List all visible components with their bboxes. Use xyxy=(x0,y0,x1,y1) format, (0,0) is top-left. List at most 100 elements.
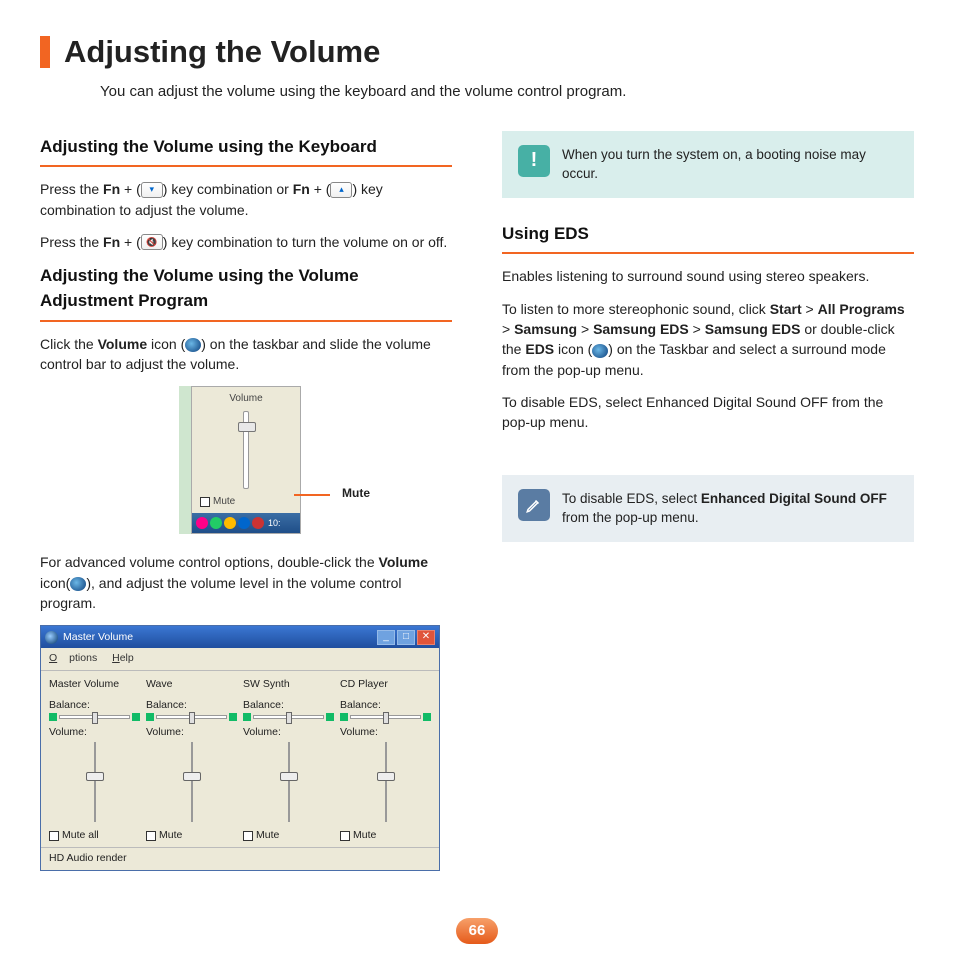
eds-tray-icon xyxy=(592,344,608,358)
rule xyxy=(40,165,452,167)
mute-callout-label: Mute xyxy=(342,485,370,502)
rule xyxy=(40,320,452,322)
balance-thumb[interactable] xyxy=(189,712,195,724)
volume-thumb[interactable] xyxy=(183,772,201,781)
volume-slider[interactable] xyxy=(89,742,101,822)
tray-icon[interactable] xyxy=(252,517,264,529)
balance-thumb[interactable] xyxy=(383,712,389,724)
volume-slider[interactable] xyxy=(283,742,295,822)
volume-tray-icon xyxy=(70,577,86,591)
mute-checkbox-row[interactable]: Mute xyxy=(200,495,292,510)
pencil-icon xyxy=(518,489,550,521)
window-icon xyxy=(45,631,58,644)
volume-channel: CD PlayerBalance:Volume:Mute xyxy=(340,677,431,844)
mute-label: Mute xyxy=(213,495,235,510)
volume-label: Volume: xyxy=(243,725,334,740)
para-program-2: For advanced volume control options, dou… xyxy=(40,552,452,613)
volume-channel: WaveBalance:Volume:Mute xyxy=(146,677,237,844)
right-column: ! When you turn the system on, a booting… xyxy=(502,131,914,871)
rule xyxy=(502,252,914,254)
window-title: Master Volume xyxy=(63,630,133,645)
para-program-1: Click the Volume icon () on the taskbar … xyxy=(40,334,452,375)
menu-options[interactable]: Options xyxy=(49,652,97,664)
mute-checkbox[interactable] xyxy=(243,831,253,841)
note-text: To disable EDS, select Enhanced Digital … xyxy=(562,489,898,528)
volume-tray-icon xyxy=(185,338,201,352)
mute-row[interactable]: Mute all xyxy=(49,828,140,843)
volume-channel: SW SynthBalance:Volume:Mute xyxy=(243,677,334,844)
balance-thumb[interactable] xyxy=(286,712,292,724)
tray-icon[interactable] xyxy=(224,517,236,529)
volume-popup-label: Volume xyxy=(200,392,292,407)
taskbar-clock: 10: xyxy=(268,517,281,530)
mute-key-icon: 🔇 xyxy=(141,234,163,250)
speaker-right-icon xyxy=(423,713,431,721)
volume-label: Volume: xyxy=(49,725,140,740)
mute-label: Mute xyxy=(159,828,182,843)
menu-help[interactable]: Help xyxy=(112,652,134,664)
callout-line xyxy=(294,494,330,496)
speaker-left-icon xyxy=(340,713,348,721)
eds-para-3: To disable EDS, select Enhanced Digital … xyxy=(502,392,914,433)
volume-label: Volume: xyxy=(146,725,237,740)
warning-callout: ! When you turn the system on, a booting… xyxy=(502,131,914,198)
mute-checkbox[interactable] xyxy=(340,831,350,841)
volume-slider-thumb[interactable] xyxy=(238,422,256,432)
speaker-right-icon xyxy=(132,713,140,721)
tray-icon[interactable] xyxy=(210,517,222,529)
vol-down-key-icon: ▾ xyxy=(141,182,163,198)
volume-slider[interactable] xyxy=(380,742,392,822)
mute-checkbox[interactable] xyxy=(49,831,59,841)
minimize-button[interactable]: _ xyxy=(377,630,395,645)
volume-thumb[interactable] xyxy=(86,772,104,781)
balance-label: Balance: xyxy=(49,698,140,713)
page-number: 66 xyxy=(456,918,498,944)
menu-bar: Options Help xyxy=(41,648,439,670)
exclamation-icon: ! xyxy=(518,145,550,177)
para-keyboard-2: Press the Fn + (🔇) key combination to tu… xyxy=(40,232,452,252)
balance-slider[interactable] xyxy=(146,713,237,721)
title-accent-bar xyxy=(40,36,50,68)
channel-name: Master Volume xyxy=(49,677,140,692)
left-column: Adjusting the Volume using the Keyboard … xyxy=(40,131,452,871)
mute-row[interactable]: Mute xyxy=(243,828,334,843)
maximize-button[interactable]: □ xyxy=(397,630,415,645)
close-button[interactable]: ✕ xyxy=(417,630,435,645)
volume-slider[interactable] xyxy=(243,411,249,489)
speaker-left-icon xyxy=(49,713,57,721)
balance-thumb[interactable] xyxy=(92,712,98,724)
balance-label: Balance: xyxy=(243,698,334,713)
window-titlebar: Master Volume _ □ ✕ xyxy=(41,626,439,648)
eds-para-2: To listen to more stereophonic sound, cl… xyxy=(502,299,914,380)
balance-slider[interactable] xyxy=(340,713,431,721)
heading-eds: Using EDS xyxy=(502,222,914,247)
mute-checkbox[interactable] xyxy=(146,831,156,841)
volume-label: Volume: xyxy=(340,725,431,740)
tray-icon[interactable] xyxy=(238,517,250,529)
volume-popup: Volume Mute 10: Mute xyxy=(191,386,301,534)
page-intro: You can adjust the volume using the keyb… xyxy=(100,81,914,103)
volume-slider[interactable] xyxy=(186,742,198,822)
channel-name: CD Player xyxy=(340,677,431,692)
mute-row[interactable]: Mute xyxy=(146,828,237,843)
speaker-left-icon xyxy=(146,713,154,721)
vol-up-key-icon: ▴ xyxy=(330,182,352,198)
note-callout: To disable EDS, select Enhanced Digital … xyxy=(502,475,914,542)
volume-thumb[interactable] xyxy=(280,772,298,781)
balance-slider[interactable] xyxy=(49,713,140,721)
status-bar: HD Audio render xyxy=(41,847,439,869)
page-title: Adjusting the Volume xyxy=(64,30,380,75)
balance-slider[interactable] xyxy=(243,713,334,721)
balance-label: Balance: xyxy=(146,698,237,713)
tray-icon[interactable] xyxy=(196,517,208,529)
mute-label: Mute xyxy=(256,828,279,843)
speaker-right-icon xyxy=(229,713,237,721)
heading-program: Adjusting the Volume using the Volume Ad… xyxy=(40,264,452,313)
volume-thumb[interactable] xyxy=(377,772,395,781)
mute-checkbox[interactable] xyxy=(200,497,210,507)
mute-row[interactable]: Mute xyxy=(340,828,431,843)
warning-text: When you turn the system on, a booting n… xyxy=(562,145,898,184)
volume-channel: Master Volume Balance: Volume: Mute all xyxy=(49,677,140,844)
speaker-right-icon xyxy=(326,713,334,721)
master-volume-window: Master Volume _ □ ✕ Options Help Master … xyxy=(40,625,440,870)
